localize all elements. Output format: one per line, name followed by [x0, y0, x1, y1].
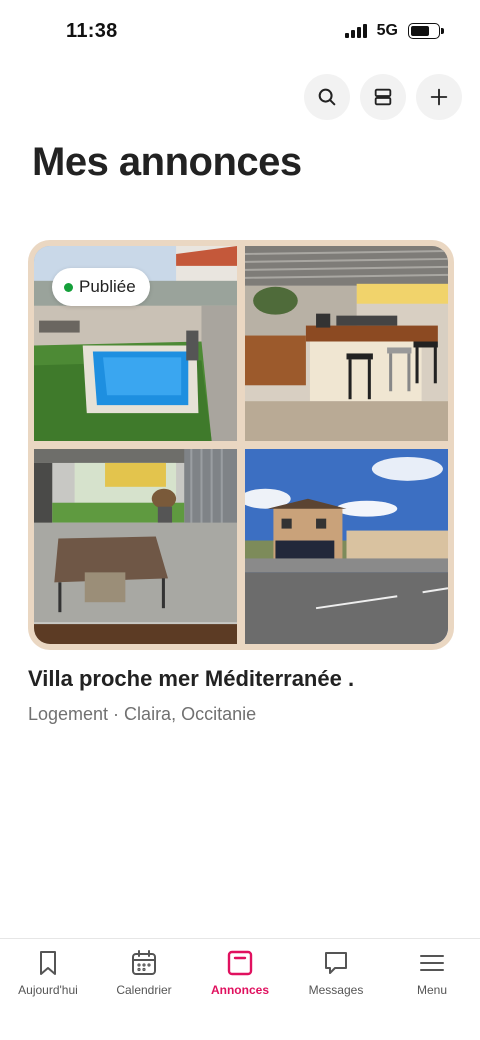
- status-bar: 11:38 5G: [0, 0, 480, 64]
- layout-toggle-button[interactable]: [360, 74, 406, 120]
- status-dot: [64, 282, 73, 292]
- nav-item-listings[interactable]: Annonces: [192, 939, 288, 1040]
- network-label: 5G: [376, 22, 398, 39]
- bookmark-icon: [40, 951, 56, 975]
- listing-photo-grid[interactable]: Publiée: [28, 240, 454, 650]
- nav-label-today: Aujourd'hui: [18, 983, 78, 997]
- calendar-icon: [132, 950, 156, 975]
- outdoor-kitchen-photo: [245, 246, 448, 441]
- nav-label-listings: Annonces: [210, 983, 269, 997]
- bottom-nav: Aujourd'hui Calendrier Annonces Messages…: [0, 938, 480, 1040]
- listing-subtitle: Logement · Claira, Occitanie: [28, 704, 257, 724]
- status-badge: Publiée: [52, 268, 150, 306]
- listing-card[interactable]: Publiée Villa proche mer Méditerranée . …: [28, 240, 454, 725]
- pool-photo: Publiée: [34, 246, 237, 441]
- status-badge-label: Publiée: [79, 277, 136, 296]
- house-street-photo: [245, 449, 448, 644]
- plus-icon: [430, 88, 448, 106]
- nav-label-menu: Menu: [416, 983, 448, 997]
- nav-item-calendar[interactable]: Calendrier: [96, 939, 192, 1040]
- top-actions: [304, 74, 462, 120]
- nav-label-calendar: Calendrier: [116, 983, 172, 997]
- nav-item-today[interactable]: Aujourd'hui: [0, 939, 96, 1040]
- status-time: 11:38: [66, 20, 118, 42]
- nav-item-messages[interactable]: Messages: [288, 939, 384, 1040]
- nav-item-menu[interactable]: Menu: [384, 939, 480, 1040]
- status-indicators: 5G: [344, 22, 444, 40]
- menu-icon: [420, 955, 444, 971]
- listing-title[interactable]: Villa proche mer Méditerranée .: [28, 666, 454, 692]
- battery-icon: [408, 23, 444, 39]
- layout-icon: [374, 88, 392, 106]
- nav-label-messages: Messages: [308, 983, 364, 997]
- add-listing-button[interactable]: [416, 74, 462, 120]
- signal-icon: [344, 24, 367, 38]
- listing-icon: [227, 950, 253, 976]
- message-icon: [325, 952, 347, 974]
- battery-level: [411, 26, 430, 36]
- search-icon: [318, 88, 336, 106]
- search-button[interactable]: [304, 74, 350, 120]
- patio-table-photo: [34, 449, 237, 644]
- page-title: Mes annonces: [32, 140, 302, 184]
